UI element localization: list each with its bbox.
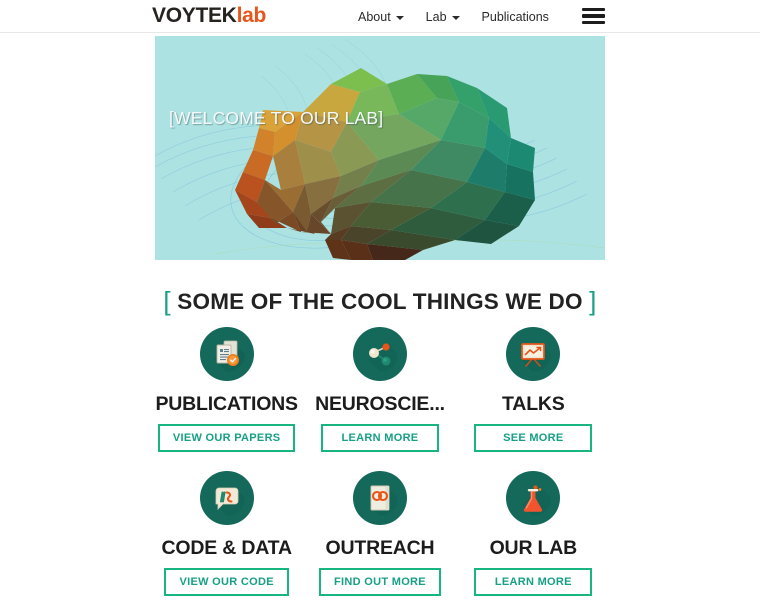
main-navigation: About Lab Publications <box>358 0 549 33</box>
feature-card: OUR LAB LEARN MORE <box>457 471 610 596</box>
hero-caption: [WELCOME TO OUR LAB] <box>169 108 384 128</box>
card-title: NEUROSCIE... <box>315 393 445 415</box>
find-out-more-button[interactable]: FIND OUT MORE <box>319 568 441 596</box>
learn-more-button[interactable]: LEARN MORE <box>320 424 439 452</box>
nav-item-publications-label: Publications <box>481 9 549 24</box>
nav-item-lab[interactable]: Lab <box>426 10 460 24</box>
nav-item-about-label: About <box>358 9 391 24</box>
nav-item-publications[interactable]: Publications <box>482 10 549 24</box>
page-title: [ SOME OF THE COOL THINGS WE DO ] <box>0 285 760 317</box>
feature-card: PUBLICATIONS VIEW OUR PAPERS <box>150 327 303 452</box>
documents-icon <box>199 327 254 381</box>
card-title: OUTREACH <box>325 537 435 559</box>
learn-more-button[interactable]: LEARN MORE <box>474 568 593 596</box>
hero-section: [WELCOME TO OUR LAB] <box>0 33 760 261</box>
code-speech-bubble-icon <box>199 471 254 525</box>
feature-card-grid: PUBLICATIONS VIEW OUR PAPERS NEUROSCIE..… <box>150 327 610 596</box>
site-logo[interactable]: VOYTEKlab <box>152 2 266 30</box>
feature-card: CODE & DATA VIEW OUR CODE <box>150 471 303 596</box>
logo-text-accent: lab <box>236 4 267 27</box>
brain-illustration-icon <box>155 36 605 260</box>
card-title: OUR LAB <box>489 537 578 559</box>
bracket-open: [ <box>163 286 171 316</box>
feature-card: NEUROSCIE... LEARN MORE <box>303 327 456 452</box>
nav-item-about[interactable]: About <box>358 10 404 24</box>
hamburger-bar <box>582 14 605 18</box>
card-title: PUBLICATIONS <box>155 393 298 415</box>
hamburger-bar <box>582 8 605 12</box>
hamburger-bar <box>582 20 605 24</box>
see-more-button[interactable]: SEE MORE <box>474 424 593 452</box>
hero-banner: [WELCOME TO OUR LAB] <box>155 36 605 260</box>
site-header: VOYTEKlab About Lab Publications <box>0 0 760 33</box>
chevron-down-icon <box>395 15 404 20</box>
chevron-down-icon <box>451 15 460 20</box>
presentation-chart-icon <box>506 327 561 381</box>
flask-icon <box>506 471 561 525</box>
feature-card: OUTREACH FIND OUT MORE <box>303 471 456 596</box>
card-title: TALKS <box>502 393 565 415</box>
view-our-code-button[interactable]: VIEW OUR CODE <box>164 568 289 596</box>
neuron-network-icon <box>352 327 407 381</box>
bracket-close: ] <box>589 286 597 316</box>
card-title: CODE & DATA <box>161 537 292 559</box>
book-icon <box>352 471 407 525</box>
nav-item-lab-label: Lab <box>425 9 447 24</box>
view-our-papers-button[interactable]: VIEW OUR PAPERS <box>157 424 296 452</box>
page-title-text: SOME OF THE COOL THINGS WE DO <box>177 289 583 314</box>
hamburger-menu-icon[interactable] <box>582 6 605 26</box>
logo-text-primary: VOYTEK <box>152 4 237 27</box>
feature-card: TALKS SEE MORE <box>457 327 610 452</box>
